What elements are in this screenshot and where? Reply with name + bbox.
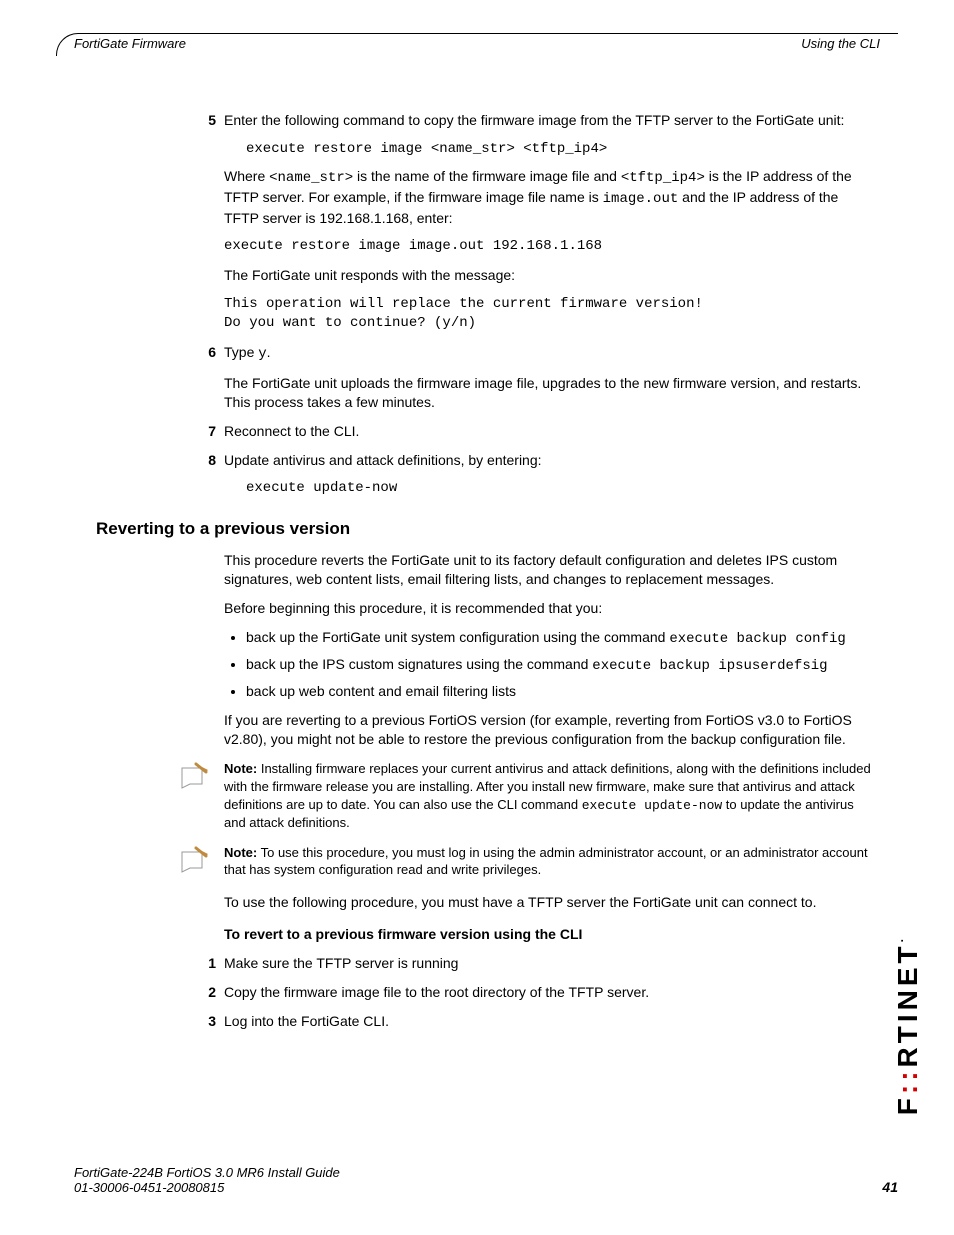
page: FortiGate Firmware Using the CLI 5 Enter… (0, 0, 954, 1235)
step-number: 6 (188, 343, 216, 362)
header-left: FortiGate Firmware (74, 36, 186, 51)
note-icon (176, 846, 216, 881)
note-text: Note: To use this procedure, you must lo… (224, 844, 876, 879)
step-7: 7 Reconnect to the CLI. (224, 422, 876, 441)
header-rule (56, 55, 898, 75)
section-heading: Reverting to a previous version (96, 518, 876, 541)
running-header: FortiGate Firmware Using the CLI (56, 36, 898, 55)
paragraph: If you are reverting to a previous Forti… (224, 711, 876, 749)
paragraph-where: Where <name_str> is the name of the firm… (224, 167, 876, 228)
list-item: back up the IPS custom signatures using … (246, 655, 876, 676)
step-text: Reconnect to the CLI. (224, 423, 359, 439)
step-text: Type y. (224, 344, 271, 360)
step-6: 6 Type y. (224, 343, 876, 364)
fortinet-logo: F::RTINET. (892, 935, 924, 1115)
step-number: 3 (188, 1012, 216, 1031)
step-number: 7 (188, 422, 216, 441)
bullet-list: back up the FortiGate unit system config… (224, 628, 876, 701)
step-number: 1 (188, 954, 216, 973)
footer-line1: FortiGate-224B FortiOS 3.0 MR6 Install G… (74, 1165, 898, 1180)
note-block: Note: Installing firmware replaces your … (176, 760, 876, 831)
step-text: Make sure the TFTP server is running (224, 955, 458, 971)
paragraph: Before beginning this procedure, it is r… (224, 599, 876, 618)
page-number: 41 (882, 1179, 898, 1195)
command-block: execute update-now (246, 479, 876, 498)
paragraph: This procedure reverts the FortiGate uni… (224, 551, 876, 589)
footer-line2: 01-30006-0451-20080815 (74, 1180, 898, 1195)
step-5: 5 Enter the following command to copy th… (224, 111, 876, 130)
step-text: Log into the FortiGate CLI. (224, 1013, 389, 1029)
step-2: 2 Copy the firmware image file to the ro… (224, 983, 876, 1002)
step-3: 3 Log into the FortiGate CLI. (224, 1012, 876, 1031)
header-right: Using the CLI (801, 36, 880, 51)
command-block: execute restore image image.out 192.168.… (224, 237, 876, 256)
step-text: Enter the following command to copy the … (224, 112, 844, 128)
note-icon (176, 762, 216, 797)
body-content: 5 Enter the following command to copy th… (224, 111, 876, 1031)
step-number: 8 (188, 451, 216, 470)
command-block: execute restore image <name_str> <tftp_i… (246, 140, 876, 159)
note-block: Note: To use this procedure, you must lo… (176, 844, 876, 881)
list-item: back up web content and email filtering … (246, 682, 876, 701)
step-text: Copy the firmware image file to the root… (224, 984, 649, 1000)
step-number: 5 (188, 111, 216, 130)
command-block: This operation will replace the current … (224, 295, 876, 333)
step-number: 2 (188, 983, 216, 1002)
paragraph: The FortiGate unit uploads the firmware … (224, 374, 876, 412)
paragraph: The FortiGate unit responds with the mes… (224, 266, 876, 285)
step-8: 8 Update antivirus and attack definition… (224, 451, 876, 470)
step-1: 1 Make sure the TFTP server is running (224, 954, 876, 973)
step-text: Update antivirus and attack definitions,… (224, 452, 542, 468)
note-text: Note: Installing firmware replaces your … (224, 760, 876, 831)
footer: FortiGate-224B FortiOS 3.0 MR6 Install G… (74, 1165, 898, 1195)
procedure-heading: To revert to a previous firmware version… (224, 925, 876, 944)
paragraph: To use the following procedure, you must… (224, 893, 876, 912)
list-item: back up the FortiGate unit system config… (246, 628, 876, 649)
